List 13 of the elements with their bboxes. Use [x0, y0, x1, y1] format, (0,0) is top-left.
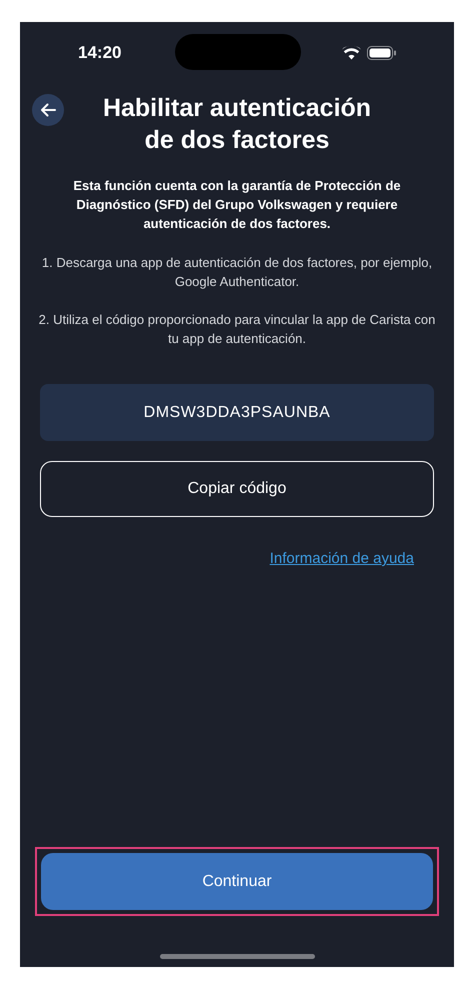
back-arrow-icon: [40, 103, 56, 117]
wifi-icon: [342, 46, 361, 60]
status-time: 14:20: [78, 42, 122, 64]
battery-icon: [367, 46, 396, 60]
notice-text: Esta función cuenta con la garantía de Protección de Diagnóstico (SFD) del Grupo Volkswagen y requiere autenticación de dos factores.: [72, 177, 402, 233]
page-title: Habilitar autenticación de dos factores: [102, 93, 372, 156]
step-text: 1. Descarga una app de autenticación de dos factores, por ejemplo, Google Authenticator.: [40, 254, 434, 291]
continue-button[interactable]: Continuar: [41, 853, 433, 910]
help-link[interactable]: Información de ayuda: [270, 548, 414, 570]
step-text: 2. Utiliza el código proporcionado para vincular la app de Carista con tu app de autenticación.: [38, 311, 436, 348]
copy-code-button[interactable]: Copiar código: [40, 461, 434, 517]
code-field: DMSW3DDA3PSAUNBA: [40, 384, 434, 441]
back-button[interactable]: [32, 94, 64, 126]
